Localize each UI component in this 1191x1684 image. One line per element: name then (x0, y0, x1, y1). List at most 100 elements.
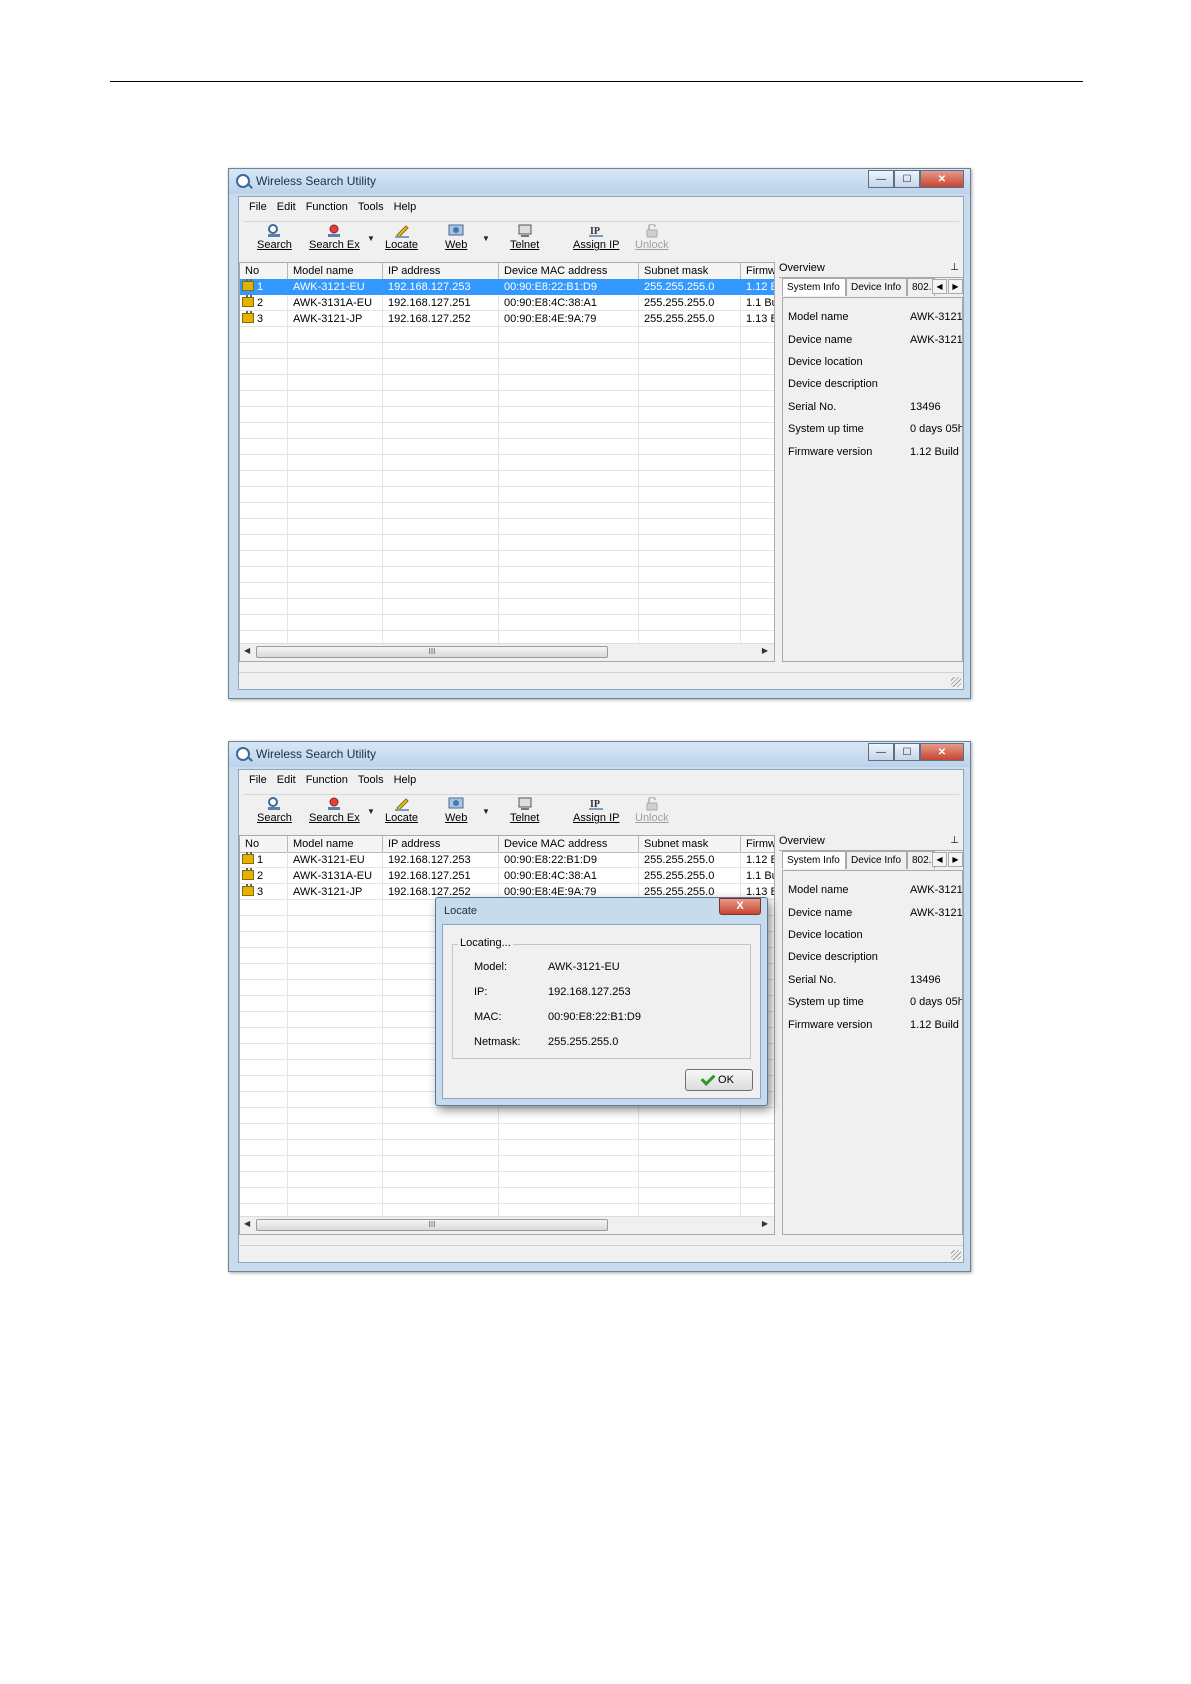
table-row[interactable]: 2 AWK-3131A-EU 192.168.127.251 00:90:E8:… (240, 295, 774, 311)
col-mac-address[interactable]: Device MAC address (499, 836, 639, 852)
minimize-button[interactable]: — (868, 743, 894, 761)
minimize-button[interactable]: — (868, 170, 894, 188)
menu-function[interactable]: Function (306, 774, 348, 786)
window-title: Wireless Search Utility (256, 174, 377, 188)
lock-icon (242, 884, 254, 897)
table-row[interactable]: 1 AWK-3121-EU 192.168.127.253 00:90:E8:2… (240, 279, 774, 295)
info-row: Device description (788, 951, 878, 963)
tab-device-info[interactable]: Device Info (846, 278, 907, 296)
locate-button[interactable]: Locate (385, 224, 418, 251)
horizontal-scrollbar[interactable]: ◀ III ▶ (240, 1216, 774, 1234)
close-button[interactable]: ✕ (920, 170, 964, 188)
scroll-right-icon[interactable]: ▶ (762, 1219, 768, 1228)
search-ex-icon (326, 224, 342, 238)
window-titlebar[interactable]: Wireless Search Utility — ☐ ✕ (229, 742, 970, 767)
col-firmware[interactable]: Firmware (741, 263, 774, 279)
horizontal-scrollbar[interactable]: ◀ III ▶ (240, 643, 774, 661)
web-dropdown-icon[interactable]: ▼ (482, 807, 490, 816)
col-no[interactable]: No (240, 836, 288, 852)
ok-button[interactable]: OK (685, 1069, 753, 1091)
tab-scroll-right-icon[interactable]: ▶ (948, 852, 963, 867)
col-mac-address[interactable]: Device MAC address (499, 263, 639, 279)
scrollbar-thumb[interactable]: III (256, 646, 608, 658)
telnet-button[interactable]: Telnet (510, 797, 539, 824)
col-ip-address[interactable]: IP address (383, 836, 499, 852)
telnet-button[interactable]: Telnet (510, 224, 539, 251)
device-list[interactable]: No Model name IP address Device MAC addr… (239, 262, 775, 662)
table-row[interactable]: 2 AWK-3131A-EU 192.168.127.251 00:90:E8:… (240, 868, 774, 884)
overview-pane: Overview ⊥ System Info Device Info 802.1 … (779, 262, 963, 662)
menu-file[interactable]: File (249, 774, 267, 786)
search-ex-icon (326, 797, 342, 811)
wireless-search-utility-window: Wireless Search Utility — ☐ ✕ File Edit Fu… (228, 168, 971, 699)
menu-edit[interactable]: Edit (277, 774, 296, 786)
pin-icon[interactable]: ⊥ (950, 835, 959, 846)
menu-tools[interactable]: Tools (358, 201, 384, 213)
info-row: Serial No. 13496 (788, 974, 941, 986)
search-button[interactable]: Search (257, 224, 292, 251)
resize-grip-icon[interactable] (951, 677, 961, 687)
menu-tools[interactable]: Tools (358, 774, 384, 786)
web-dropdown-icon[interactable]: ▼ (482, 234, 490, 243)
unlock-button[interactable]: Unlock (635, 796, 669, 824)
table-row[interactable]: 1 AWK-3121-EU 192.168.127.253 00:90:E8:2… (240, 852, 774, 868)
col-subnet-mask[interactable]: Subnet mask (639, 263, 741, 279)
tab-system-info[interactable]: System Info (782, 278, 846, 296)
overview-pane: Overview ⊥ System Info Device Info 802.1 … (779, 835, 963, 1235)
ip-icon: IP (588, 797, 604, 811)
unlock-button[interactable]: Unlock (635, 223, 669, 251)
window-titlebar[interactable]: Wireless Search Utility — ☐ ✕ (229, 169, 970, 194)
tab-system-info[interactable]: System Info (782, 851, 846, 869)
dialog-close-button[interactable]: X (719, 898, 761, 915)
info-row: Model name AWK-3121- (788, 884, 962, 896)
tab-8021[interactable]: 802.1 (907, 851, 935, 869)
pin-icon[interactable]: ⊥ (950, 262, 959, 273)
col-subnet-mask[interactable]: Subnet mask (639, 836, 741, 852)
locate-button[interactable]: Locate (385, 797, 418, 824)
search-ex-button[interactable]: Search Ex (309, 224, 360, 251)
col-no[interactable]: No (240, 263, 288, 279)
checkmark-icon (700, 1071, 716, 1086)
scroll-left-icon[interactable]: ◀ (244, 1219, 250, 1228)
system-info-panel: Model nameAWK-3121- Device nameAWK-3121_… (782, 297, 963, 662)
search-app-icon (236, 174, 250, 188)
telnet-icon (517, 224, 533, 238)
info-row: Firmware version1.12 Build 1 (788, 446, 962, 458)
tab-scroll-left-icon[interactable]: ◀ (932, 852, 947, 867)
search-button[interactable]: Search (257, 797, 292, 824)
menu-edit[interactable]: Edit (277, 201, 296, 213)
tab-device-info[interactable]: Device Info (846, 851, 907, 869)
web-button[interactable]: Web (445, 797, 467, 824)
resize-grip-icon[interactable] (951, 1250, 961, 1260)
page-header-rule (110, 81, 1083, 82)
col-model-name[interactable]: Model name (288, 263, 383, 279)
maximize-button[interactable]: ☐ (894, 743, 920, 761)
table-row[interactable]: 3 AWK-3121-JP 192.168.127.252 00:90:E8:4… (240, 311, 774, 327)
col-ip-address[interactable]: IP address (383, 263, 499, 279)
scroll-left-icon[interactable]: ◀ (244, 646, 250, 655)
window-title: Wireless Search Utility (256, 747, 377, 761)
assign-ip-button[interactable]: IP Assign IP (573, 224, 619, 251)
maximize-button[interactable]: ☐ (894, 170, 920, 188)
search-ex-button[interactable]: Search Ex (309, 797, 360, 824)
tab-scroll-right-icon[interactable]: ▶ (948, 279, 963, 294)
scroll-right-icon[interactable]: ▶ (762, 646, 768, 655)
tab-scroll-left-icon[interactable]: ◀ (932, 279, 947, 294)
tab-8021[interactable]: 802.1 (907, 278, 935, 296)
search-ex-dropdown-icon[interactable]: ▼ (367, 234, 375, 243)
menu-help[interactable]: Help (394, 201, 417, 213)
assign-ip-button[interactable]: IP Assign IP (573, 797, 619, 824)
col-model-name[interactable]: Model name (288, 836, 383, 852)
lock-icon (242, 311, 254, 324)
locate-icon (394, 797, 410, 811)
search-ex-dropdown-icon[interactable]: ▼ (367, 807, 375, 816)
web-button[interactable]: Web (445, 224, 467, 251)
close-button[interactable]: ✕ (920, 743, 964, 761)
scrollbar-thumb[interactable]: III (256, 1219, 608, 1231)
lock-icon (242, 868, 254, 881)
col-firmware[interactable]: Firmware (741, 836, 774, 852)
device-list-header: No Model name IP address Device MAC addr… (240, 263, 774, 280)
menu-function[interactable]: Function (306, 201, 348, 213)
menu-help[interactable]: Help (394, 774, 417, 786)
menu-file[interactable]: File (249, 201, 267, 213)
